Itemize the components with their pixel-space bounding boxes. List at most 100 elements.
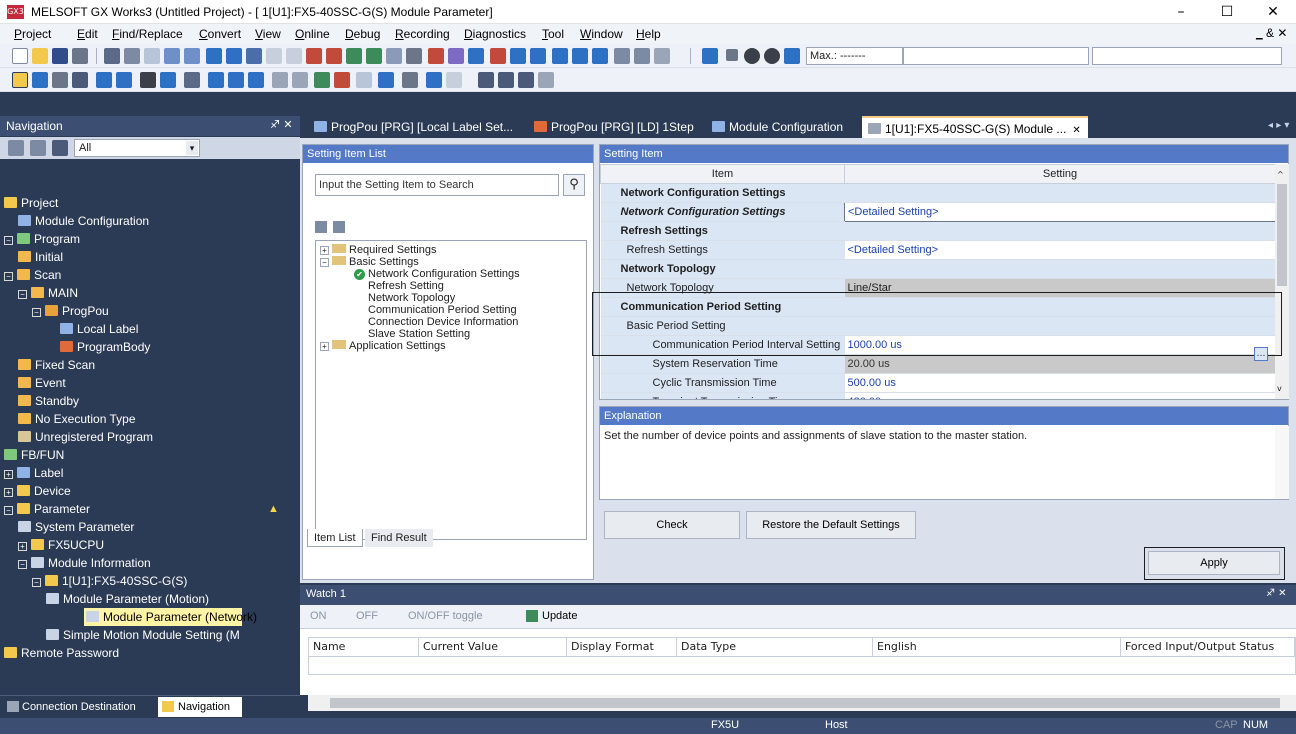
- simulation-icon[interactable]: [448, 48, 464, 64]
- nav-tree-item[interactable]: − Program: [0, 230, 300, 248]
- tree-expander-icon[interactable]: −: [320, 258, 329, 267]
- tree-expander-icon[interactable]: −: [4, 506, 13, 515]
- tree-expander-icon[interactable]: −: [18, 290, 27, 299]
- navigation-toggle-icon[interactable]: [12, 72, 28, 88]
- menu-debug[interactable]: Debug: [345, 27, 380, 41]
- setting-row[interactable]: Network Configuration Settings <Detailed …: [600, 202, 1276, 222]
- watch-on-button[interactable]: ON: [310, 610, 327, 622]
- watch-column-header[interactable]: Current Value: [419, 638, 567, 656]
- setting-row-value[interactable]: [844, 183, 1276, 203]
- nav-tree-item[interactable]: FB/FUN: [0, 446, 300, 464]
- save-icon[interactable]: [52, 48, 68, 64]
- watch-update-button[interactable]: Update: [542, 610, 577, 622]
- device-list-icon[interactable]: [530, 48, 546, 64]
- nav-tree-item[interactable]: ProgramBody: [0, 338, 300, 356]
- module-list-icon[interactable]: [702, 48, 718, 64]
- watch-window-icon[interactable]: [116, 72, 132, 88]
- setting-tree-item[interactable]: Connection Device Information: [316, 316, 586, 328]
- setting-row-value[interactable]: 480.00 us: [845, 393, 1276, 399]
- dev-read-icon[interactable]: [228, 72, 244, 88]
- menu-convert[interactable]: Convert: [199, 27, 241, 41]
- nav-tree-item[interactable]: System Parameter: [0, 518, 300, 536]
- nav-tree-item[interactable]: + FX5UCPU: [0, 536, 300, 554]
- paste-icon[interactable]: [144, 48, 160, 64]
- collapse-tree-icon[interactable]: [30, 140, 46, 156]
- monitor-start-icon[interactable]: [366, 48, 382, 64]
- setting-tree-item[interactable]: + Required Settings: [316, 244, 586, 256]
- watch-column-header[interactable]: Data Type: [677, 638, 873, 656]
- tree-expander-icon[interactable]: −: [4, 272, 13, 281]
- setting-row-value[interactable]: [844, 221, 1276, 241]
- read-plc-icon[interactable]: [206, 48, 222, 64]
- new-icon[interactable]: [12, 48, 28, 64]
- restore-default-button[interactable]: Restore the Default Settings: [746, 511, 916, 539]
- move-icon[interactable]: [654, 48, 670, 64]
- nav-tree-item[interactable]: − Scan: [0, 266, 300, 284]
- nav-tree-item[interactable]: − 1[U1]:FX5-40SSC-G(S): [0, 572, 300, 590]
- menu-view[interactable]: View: [255, 27, 281, 41]
- setting-row-value[interactable]: 20.00 us: [844, 354, 1276, 374]
- cut-icon[interactable]: [104, 48, 120, 64]
- cross-reference-icon[interactable]: [72, 72, 88, 88]
- setting-row[interactable]: Network Topology: [600, 259, 1276, 279]
- monitor-mode-icon[interactable]: [314, 72, 330, 88]
- layout-1-icon[interactable]: [478, 72, 494, 88]
- menu-diagnostics[interactable]: Diagnostics: [464, 27, 526, 41]
- verify-plc-icon[interactable]: [246, 48, 262, 64]
- nav-tree-item[interactable]: Event: [0, 374, 300, 392]
- tree-expander-icon[interactable]: +: [18, 542, 27, 551]
- nav-tree-item[interactable]: − MAIN: [0, 284, 300, 302]
- nav-tree-item[interactable]: No Execution Type: [0, 410, 300, 428]
- print-icon[interactable]: [72, 48, 88, 64]
- device-batch-icon[interactable]: [184, 72, 200, 88]
- setting-row[interactable]: Transient Transmission Time480.00 us: [600, 392, 1276, 399]
- setting-row[interactable]: System Reservation Time 20.00 us: [600, 354, 1276, 374]
- sampling-icon[interactable]: [426, 72, 442, 88]
- error-jump-icon[interactable]: [490, 48, 506, 64]
- setting-tree-item[interactable]: ✔ Network Configuration Settings: [316, 268, 586, 280]
- zoom-out-icon[interactable]: [634, 48, 650, 64]
- setting-row[interactable]: Refresh Settings <Detailed Setting>: [600, 240, 1276, 260]
- ethernet-icon[interactable]: [572, 48, 588, 64]
- scroll-up-icon[interactable]: ^: [1277, 170, 1284, 179]
- layout-3-icon[interactable]: [518, 72, 534, 88]
- setting-row[interactable]: Cyclic Transmission Time 500.00 us: [600, 373, 1276, 393]
- undo-icon[interactable]: [164, 48, 180, 64]
- collapse-all-icon[interactable]: [333, 221, 345, 233]
- scan-time-max-field[interactable]: Max.: -------: [806, 47, 903, 65]
- watch-hscrollbar[interactable]: [308, 695, 1296, 711]
- watch-empty-row[interactable]: [308, 657, 1296, 675]
- scan-time-icon[interactable]: [784, 48, 800, 64]
- tab-connection-destination[interactable]: Connection Destination: [6, 698, 136, 716]
- layout-2-icon[interactable]: [498, 72, 514, 88]
- tab-progpou-local-label[interactable]: ProgPou [PRG] [Local Label Set...: [308, 116, 522, 138]
- watch-scrollbar-thumb[interactable]: [330, 698, 1280, 708]
- scroll-down-icon[interactable]: v: [1277, 384, 1282, 393]
- setting-row-value[interactable]: <Detailed Setting>: [844, 202, 1276, 222]
- nav-tree-item[interactable]: Remote Password: [0, 644, 300, 662]
- open-icon[interactable]: [32, 48, 48, 64]
- chevron-down-icon[interactable]: ▾: [186, 141, 198, 155]
- debug-icon[interactable]: [428, 48, 444, 64]
- convert-all-icon[interactable]: [326, 48, 342, 64]
- output-icon[interactable]: [52, 72, 68, 88]
- nav-tree-item[interactable]: Simple Motion Module Setting (M: [0, 626, 300, 644]
- setting-row[interactable]: Network Configuration Settings: [600, 183, 1276, 203]
- menu-find-replace[interactable]: Find/Replace: [112, 27, 183, 41]
- pane-controls[interactable]: ♐ ✕: [270, 118, 293, 131]
- properties-icon[interactable]: [272, 72, 288, 88]
- trace-icon[interactable]: [402, 72, 418, 88]
- nav-tree-item[interactable]: Standby: [0, 392, 300, 410]
- setting-row-value[interactable]: 500.00 us: [844, 373, 1276, 393]
- expand-tree-icon[interactable]: [8, 140, 24, 156]
- setting-row-value[interactable]: [844, 259, 1276, 279]
- device-usage-icon[interactable]: [96, 72, 112, 88]
- setting-grid-scrollbar[interactable]: ^ v: [1275, 164, 1289, 399]
- nav-tree-item[interactable]: Module Configuration: [0, 212, 300, 230]
- setting-tree-item[interactable]: + Application Settings: [316, 340, 586, 352]
- nav-tree-item[interactable]: − Module Information: [0, 554, 300, 572]
- replace-icon[interactable]: [160, 72, 176, 88]
- tab-progpou-ld[interactable]: ProgPou [PRG] [LD] 1Step: [528, 116, 698, 138]
- copy-icon[interactable]: [124, 48, 140, 64]
- stop-monitor-icon[interactable]: [334, 72, 350, 88]
